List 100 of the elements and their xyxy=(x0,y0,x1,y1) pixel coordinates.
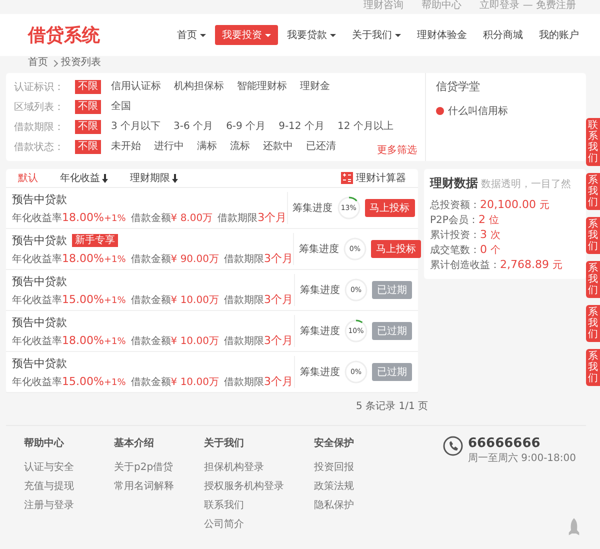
stat-row-text: 累计创造收益：2,768.89 元 xyxy=(430,258,564,273)
filter-label: 借款状态： xyxy=(14,140,65,154)
term-text: 借款期限3个月 xyxy=(224,292,293,306)
calculator-icon xyxy=(341,172,353,184)
nav-item[interactable]: 积分商城 xyxy=(476,25,530,45)
filter-option[interactable]: 不限 xyxy=(75,140,101,154)
contact-tab[interactable]: 系我们 xyxy=(586,217,600,254)
sort-option[interactable]: 理财期限 xyxy=(130,171,178,185)
contact-tab[interactable]: 系我们 xyxy=(586,173,600,210)
nav-item[interactable]: 我要贷款 xyxy=(280,25,343,45)
stat-row-text: 累计投资：3 次 xyxy=(430,228,502,243)
filter-option[interactable]: 流标 xyxy=(227,140,253,154)
filter-option[interactable]: 信用认证标 xyxy=(108,80,164,94)
filter-option[interactable]: 12 个月以上 xyxy=(334,120,396,134)
phone-number: 66666666 xyxy=(468,436,542,451)
progress-label: 筹集进度 xyxy=(300,366,340,379)
contact-tab[interactable]: 系我们 xyxy=(586,349,600,386)
yield-text: 年化收益率15.00%+1% xyxy=(12,374,126,388)
filter-option[interactable]: 不限 xyxy=(75,100,101,114)
breadcrumb-link[interactable]: 投资列表 xyxy=(61,57,101,69)
footer-heading: 安全保护 xyxy=(314,436,355,450)
nav-item[interactable]: 理财体验金 xyxy=(410,25,474,45)
nav-item[interactable]: 我要投资 xyxy=(215,25,278,45)
filter-option[interactable]: 3-6 个月 xyxy=(170,120,216,134)
filter-option[interactable]: 机构担保标 xyxy=(171,80,227,94)
article-link[interactable]: 什么叫信用标 xyxy=(448,104,508,118)
filter-option[interactable]: 不限 xyxy=(75,80,101,94)
contact-tab[interactable]: 系我们 xyxy=(586,261,600,298)
footer-link[interactable]: 政策法规 xyxy=(314,479,374,493)
more-filters-link[interactable]: 更多筛选 xyxy=(377,143,417,157)
nav-item[interactable]: 首页 xyxy=(170,25,213,45)
progress-label: 筹集进度 xyxy=(300,284,340,297)
sort-option[interactable]: 默认 xyxy=(18,171,38,185)
amount-text: 借款金额¥ 10.00万 xyxy=(130,294,219,306)
top-link[interactable]: 理财咨询 xyxy=(364,0,404,12)
progress-label: 筹集进度 xyxy=(298,242,339,256)
calculator-link[interactable]: 理财计算器 xyxy=(341,171,406,185)
amount-text: 借款金额¥ 10.00万 xyxy=(130,376,219,388)
footer-link[interactable]: 公司简介 xyxy=(204,517,284,531)
yield-text: 年化收益率18.00%+1% xyxy=(12,210,126,224)
invest-button[interactable]: 马上投标 xyxy=(364,199,415,217)
loan-title: 预告中贷款 xyxy=(12,314,67,330)
breadcrumb-link[interactable]: 首页 xyxy=(28,57,48,69)
stats-title: 理财数据 xyxy=(430,175,478,192)
contact-tab[interactable]: 联系我们 xyxy=(586,118,600,166)
footer-heading: 基本介绍 xyxy=(114,436,155,450)
stats-subtitle: 数据透明，一目了然 xyxy=(481,178,571,191)
filter-option[interactable]: 3 个月以下 xyxy=(108,120,164,134)
filter-label: 区域列表： xyxy=(14,100,65,114)
footer-link[interactable]: 常用名词解释 xyxy=(114,479,174,493)
filter-option[interactable]: 未开始 xyxy=(108,140,144,154)
footer-link[interactable]: 关于p2p借贷 xyxy=(114,460,174,474)
filter-option[interactable]: 已还清 xyxy=(303,140,339,154)
term-text: 借款期限3个月 xyxy=(224,332,293,348)
filter-option[interactable]: 不限 xyxy=(75,120,101,134)
footer-link[interactable]: 担保机构登录 xyxy=(204,460,284,474)
amount-text: 借款金额¥ 10.00万 xyxy=(130,334,219,348)
filter-option[interactable]: 6-9 个月 xyxy=(223,120,269,134)
footer-link[interactable]: 注册与登录 xyxy=(24,498,84,512)
footer-link[interactable]: 隐私保护 xyxy=(314,498,374,512)
footer-heading: 帮助中心 xyxy=(24,436,65,450)
term-text: 借款期限3个月 xyxy=(224,374,293,388)
logo[interactable]: 借贷系统 xyxy=(28,23,100,47)
yield-text: 年化收益率18.00%+1% xyxy=(12,252,126,266)
loan-title: 预告中贷款 xyxy=(12,356,67,370)
progress-label: 筹集进度 xyxy=(292,202,333,215)
loan-title: 预告中贷款 xyxy=(12,274,67,288)
invest-button[interactable]: 马上投标 xyxy=(370,240,421,258)
yield-text: 年化收益率18.00%+1% xyxy=(12,334,126,348)
footer-link[interactable]: 联系我们 xyxy=(204,498,284,512)
filter-label: 借款期限： xyxy=(14,120,65,134)
rocket-icon[interactable] xyxy=(568,518,580,537)
footer-link[interactable]: 认证与安全 xyxy=(24,460,84,474)
filter-option[interactable]: 9-12 个月 xyxy=(276,120,328,134)
new-user-badge: 新手专享 xyxy=(72,234,118,246)
nav-item[interactable]: 关于我们 xyxy=(345,25,408,45)
footer-heading: 关于我们 xyxy=(204,436,245,450)
contact-tab[interactable]: 系我们 xyxy=(586,305,600,342)
loan-title: 预告中贷款 xyxy=(12,232,67,248)
filter-option[interactable]: 全国 xyxy=(108,100,134,114)
filter-option[interactable]: 满标 xyxy=(194,140,220,154)
filter-option[interactable]: 理财金 xyxy=(297,80,333,94)
footer-link[interactable]: 充值与提现 xyxy=(24,479,84,493)
footer-link[interactable]: 投资回报 xyxy=(314,460,374,474)
loan-title: 预告中贷款 xyxy=(12,192,67,206)
footer-link[interactable]: 授权服务机构登录 xyxy=(204,479,284,493)
stat-row-text: P2P会员：2 位 xyxy=(430,213,500,228)
stat-row-text: 总投资额：20,100.00 元 xyxy=(430,198,550,213)
yield-text: 年化收益率15.00%+1% xyxy=(12,292,126,306)
nav-item[interactable]: 我的账户 xyxy=(532,25,586,45)
filter-option[interactable]: 智能理财标 xyxy=(234,80,290,94)
stat-row-text: 成交笔数：0 个 xyxy=(430,243,502,258)
filter-option[interactable]: 还款中 xyxy=(260,140,296,154)
sort-option[interactable]: 年化收益 xyxy=(60,171,108,185)
amount-text: 借款金额¥ 90.00万 xyxy=(130,252,219,266)
pagination-text: 5 条记录 1/1 页 xyxy=(356,400,428,413)
filter-option[interactable]: 进行中 xyxy=(151,140,187,154)
term-text: 借款期限3个月 xyxy=(224,250,293,266)
term-text: 借款期限3个月 xyxy=(218,210,287,224)
panel-title: 信贷学堂 xyxy=(436,79,481,94)
